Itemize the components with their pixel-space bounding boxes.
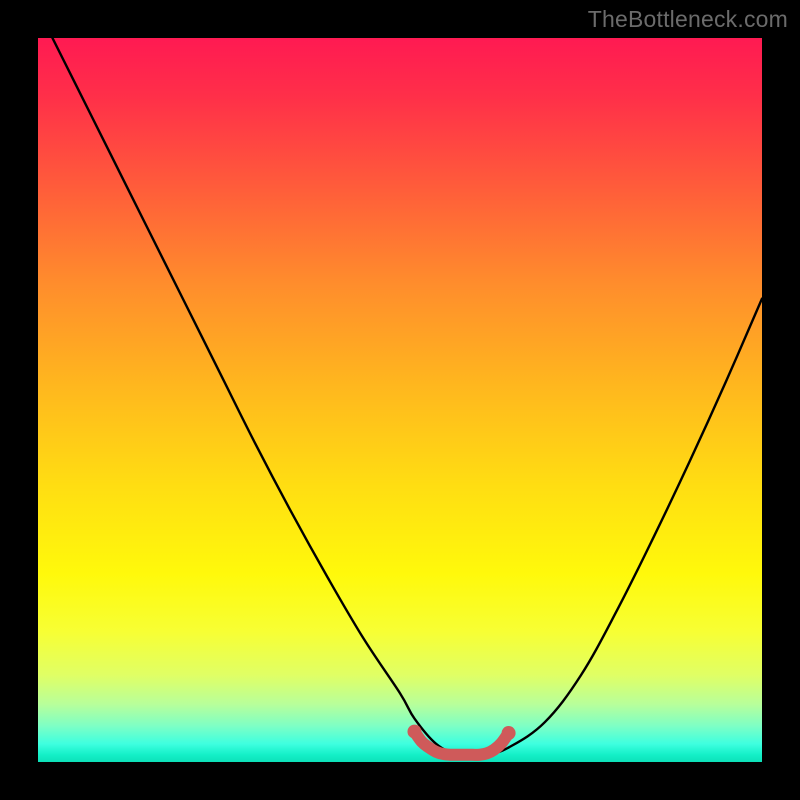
chart-frame: TheBottleneck.com	[0, 0, 800, 800]
bottleneck-curve	[38, 9, 762, 756]
valley-end-dot	[502, 726, 516, 740]
chart-plot-area	[38, 38, 762, 762]
chart-svg	[38, 38, 762, 762]
watermark-text: TheBottleneck.com	[588, 6, 788, 33]
valley-start-dot	[407, 725, 421, 739]
